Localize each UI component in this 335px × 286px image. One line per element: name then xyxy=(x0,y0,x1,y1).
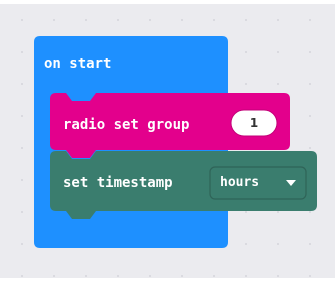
on-start-label: on start xyxy=(44,56,112,72)
group-number-value[interactable]: 1 xyxy=(231,111,277,135)
radio-set-group-label: radio set group xyxy=(63,117,190,133)
timestamp-unit-value[interactable]: hours xyxy=(220,175,259,190)
workspace-top-border xyxy=(0,0,335,4)
workspace-bottom-border xyxy=(0,278,335,286)
set-timestamp-label: set timestamp xyxy=(63,175,173,191)
